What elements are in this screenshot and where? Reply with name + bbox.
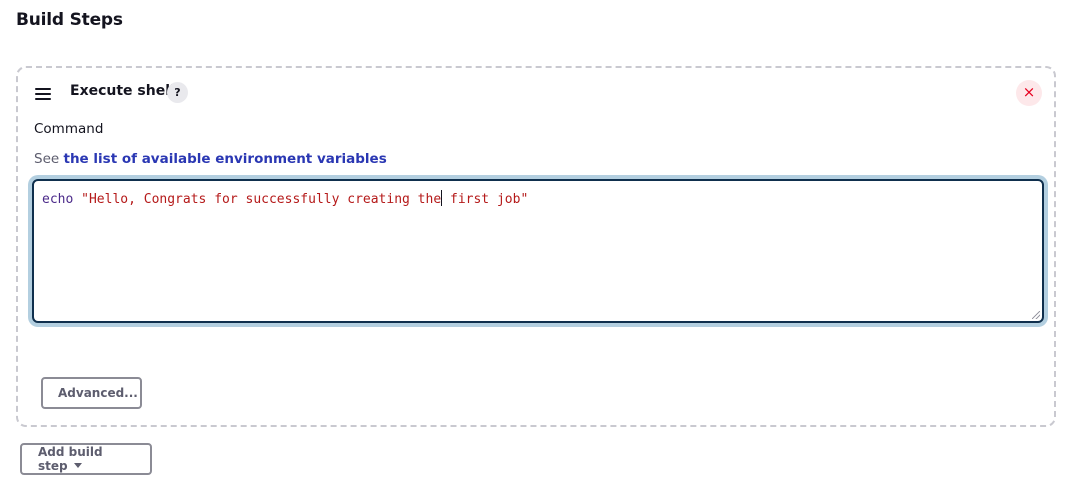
- command-keyword: echo: [42, 192, 74, 207]
- command-label: Command: [34, 121, 104, 137]
- add-build-step-label: Add build step: [38, 445, 103, 473]
- command-string-part-1: "Hello, Congrats for successfully creati…: [81, 192, 442, 207]
- add-build-step-button[interactable]: Add build step: [20, 443, 152, 475]
- close-icon[interactable]: ×: [1016, 80, 1042, 106]
- build-step-card: Execute shell ? × Command See the list o…: [16, 66, 1056, 427]
- step-title: Execute shell: [70, 83, 175, 99]
- helper-prefix: See: [34, 151, 60, 167]
- command-textarea[interactable]: echo "Hello, Congrats for successfully c…: [32, 179, 1044, 323]
- section-title: Build Steps: [16, 10, 123, 30]
- command-string-part-2: first job": [442, 192, 529, 207]
- resize-handle-icon[interactable]: [1032, 311, 1040, 319]
- chevron-down-icon: [73, 463, 82, 468]
- helper-text: See the list of available environment va…: [34, 151, 387, 167]
- advanced-button[interactable]: Advanced...: [41, 377, 142, 409]
- drag-handle-icon[interactable]: [35, 88, 51, 100]
- env-variables-link[interactable]: the list of available environment variab…: [63, 151, 386, 167]
- help-icon[interactable]: ?: [167, 82, 188, 103]
